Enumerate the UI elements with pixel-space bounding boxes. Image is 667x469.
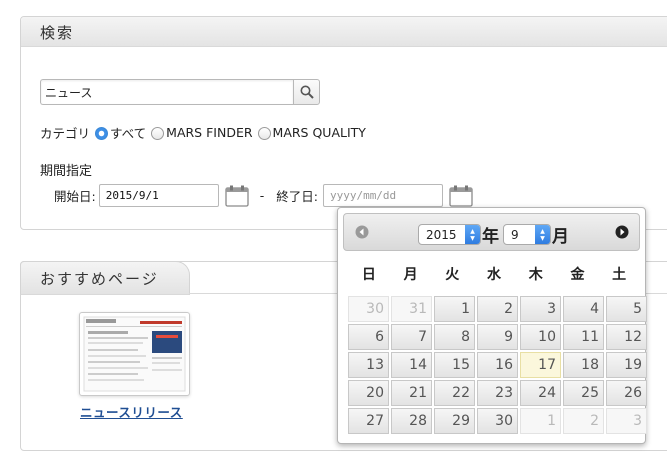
day-cell[interactable]: 22: [434, 380, 475, 406]
day-cell[interactable]: 26: [606, 380, 647, 406]
day-cell[interactable]: 23: [477, 380, 518, 406]
radio-mars-finder-label[interactable]: MARS FINDER: [166, 125, 252, 140]
end-date-input[interactable]: [322, 184, 443, 207]
day-cell[interactable]: 13: [348, 352, 389, 378]
day-grid: 30 31 1 2 3 4 5 6 7 8 9 10 11 12 13 14 15 16 17 18 19 20 21 22 2…: [348, 296, 647, 434]
day-cell-today[interactable]: 17: [520, 352, 561, 378]
day-cell[interactable]: 21: [391, 380, 432, 406]
day-cell[interactable]: 8: [434, 324, 475, 350]
day-cell[interactable]: 1: [434, 296, 475, 322]
day-cell[interactable]: 15: [434, 352, 475, 378]
news-release-link[interactable]: ニュースリリース: [80, 402, 183, 421]
year-spinner-icon: ▲ ▼: [465, 225, 480, 244]
radio-mars-finder[interactable]: [151, 127, 165, 140]
day-cell[interactable]: 6: [348, 324, 389, 350]
month-suffix: 月: [552, 227, 569, 247]
radio-mars-quality-label[interactable]: MARS QUALITY: [273, 125, 366, 140]
news-release-thumbnail[interactable]: [79, 312, 190, 396]
search-bar: [40, 79, 320, 105]
day-cell[interactable]: 25: [563, 380, 604, 406]
month-spinner-icon: ▲ ▼: [535, 225, 550, 244]
period-row: 開始日: - 終了日:: [54, 184, 473, 207]
weekday-label: 月: [403, 267, 418, 283]
end-date-label: 終了日:: [276, 189, 318, 204]
search-input[interactable]: [40, 79, 293, 105]
next-month-icon[interactable]: [615, 225, 629, 239]
page-preview-image: [83, 316, 186, 392]
day-cell[interactable]: 2: [563, 408, 604, 434]
day-cell[interactable]: 24: [520, 380, 561, 406]
calendar-icon[interactable]: [225, 185, 249, 207]
weekday-label: 金: [570, 267, 585, 283]
search-panel-title: 検索: [21, 17, 667, 47]
day-cell[interactable]: 19: [606, 352, 647, 378]
day-cell[interactable]: 3: [606, 408, 647, 434]
day-cell[interactable]: 11: [563, 324, 604, 350]
search-panel: 検索 カテゴリ すべて MARS FINDER MARS QUALITY 期間指…: [20, 16, 667, 230]
start-date-label: 開始日:: [54, 189, 96, 204]
recommended-title: おすすめページ: [20, 261, 190, 295]
day-cell[interactable]: 12: [606, 324, 647, 350]
day-cell[interactable]: 14: [391, 352, 432, 378]
date-separator: -: [259, 188, 265, 203]
day-cell[interactable]: 31: [391, 296, 432, 322]
year-value: 2015: [426, 227, 457, 242]
day-cell[interactable]: 3: [520, 296, 561, 322]
period-title: 期間指定: [40, 164, 93, 179]
year-select[interactable]: 2015 ▲ ▼: [418, 224, 481, 245]
day-cell[interactable]: 2: [477, 296, 518, 322]
start-date-input[interactable]: [98, 184, 219, 207]
day-cell[interactable]: 28: [391, 408, 432, 434]
month-value: 9: [511, 227, 519, 242]
datepicker: 2015 ▲ ▼ 年 9 ▲ ▼ 月 日月火水木金土 30 31 1 2 3 4 5 6 7 8 9 10…: [337, 207, 647, 444]
day-cell[interactable]: 5: [606, 296, 647, 322]
day-cell[interactable]: 30: [348, 296, 389, 322]
day-cell[interactable]: 20: [348, 380, 389, 406]
weekday-label: 木: [528, 267, 543, 283]
weekday-label: 水: [487, 267, 502, 283]
day-cell[interactable]: 9: [477, 324, 518, 350]
day-cell[interactable]: 10: [520, 324, 561, 350]
day-cell[interactable]: 27: [348, 408, 389, 434]
datepicker-header: 2015 ▲ ▼ 年 9 ▲ ▼ 月: [343, 213, 640, 251]
month-select[interactable]: 9 ▲ ▼: [503, 224, 551, 245]
weekday-label: 火: [445, 267, 460, 283]
search-icon: [300, 85, 314, 99]
month-year-selector: 2015 ▲ ▼ 年 9 ▲ ▼ 月: [418, 222, 569, 247]
day-cell[interactable]: 4: [563, 296, 604, 322]
prev-month-icon[interactable]: [355, 225, 369, 239]
radio-all[interactable]: [95, 127, 109, 140]
day-cell[interactable]: 7: [391, 324, 432, 350]
day-cell[interactable]: 16: [477, 352, 518, 378]
weekday-header: 日月火水木金土: [348, 259, 640, 291]
category-row: カテゴリ すべて MARS FINDER MARS QUALITY: [40, 123, 367, 142]
day-cell[interactable]: 1: [520, 408, 561, 434]
radio-all-label[interactable]: すべて: [110, 123, 146, 142]
weekday-label: 土: [612, 267, 627, 283]
calendar-icon[interactable]: [449, 185, 473, 207]
day-cell[interactable]: 18: [563, 352, 604, 378]
day-cell[interactable]: 29: [434, 408, 475, 434]
search-button[interactable]: [293, 79, 320, 105]
category-label: カテゴリ: [40, 126, 91, 141]
year-suffix: 年: [482, 227, 499, 247]
weekday-label: 日: [361, 267, 376, 283]
radio-mars-quality[interactable]: [257, 127, 271, 140]
day-cell[interactable]: 30: [477, 408, 518, 434]
